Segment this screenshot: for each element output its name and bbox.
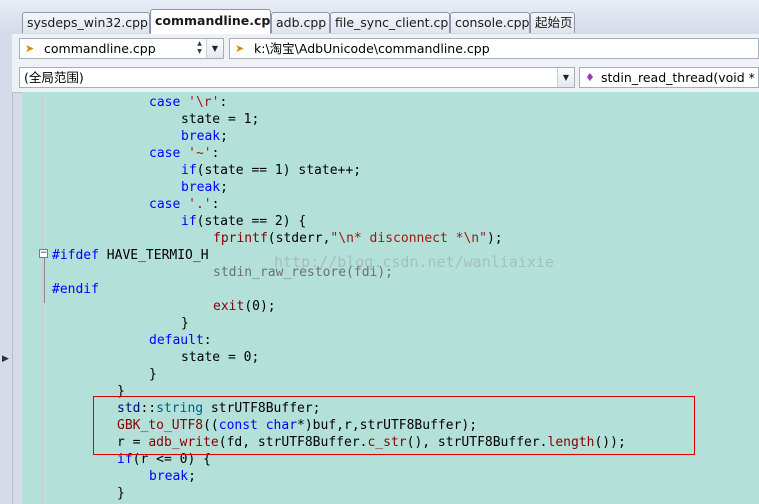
scope-bar: (全局范围) ▼ ♦ stdin_read_thread(void * x) <box>12 63 759 93</box>
tab-commandline[interactable]: commandline.cpp <box>150 9 271 34</box>
code-line-4: case '~': <box>149 146 220 161</box>
code-line-13: exit(0); <box>213 299 276 314</box>
chevron-down-icon[interactable]: ▼ <box>557 68 574 87</box>
code-line-16: state = 0; <box>181 350 260 365</box>
arrow-right-icon: ➤ <box>235 42 245 55</box>
member-combo[interactable]: ♦ stdin_read_thread(void * x) <box>579 67 759 88</box>
member-combo-value: stdin_read_thread(void * x) <box>601 70 759 85</box>
editor-margin-line <box>42 92 43 504</box>
code-line-19: std::string strUTF8Buffer; <box>117 401 321 416</box>
left-tool-strip: ▶ <box>0 34 13 504</box>
file-combo[interactable]: ➤ commandline.cpp ▲ ▼ ▼ <box>19 38 224 59</box>
code-line-14: } <box>181 316 189 331</box>
tab-sysdeps-win32[interactable]: sysdeps_win32.cpp <box>22 12 150 33</box>
collapse-arrow-icon[interactable]: ▶ <box>2 354 9 364</box>
path-combo[interactable]: ➤ k:\淘宝\AdbUnicode\commandline.cpp <box>229 38 759 59</box>
code-line-12: #endif <box>52 282 99 297</box>
fold-toggle-icon[interactable]: − <box>39 249 48 258</box>
code-line-17: } <box>149 367 157 382</box>
method-icon: ♦ <box>585 71 595 84</box>
tab-adb[interactable]: adb.cpp <box>271 12 330 33</box>
chevron-down-icon[interactable]: ▼ <box>206 39 223 58</box>
arrow-right-icon: ➤ <box>25 42 35 55</box>
code-line-3: break; <box>181 129 228 144</box>
spin-arrows-icon[interactable]: ▲ ▼ <box>194 40 205 57</box>
code-line-20: GBK_to_UTF8((const char*)buf,r,strUTF8Bu… <box>117 418 478 433</box>
file-combo-value: commandline.cpp <box>44 41 156 56</box>
code-line-5: if(state == 1) state++; <box>181 163 362 178</box>
code-editor[interactable]: − case '\r': state = 1; break; case '~':… <box>22 92 759 504</box>
path-combo-value: k:\淘宝\AdbUnicode\commandline.cpp <box>254 41 490 56</box>
navigation-bar: ➤ commandline.cpp ▲ ▼ ▼ ➤ k:\淘宝\AdbUnicod… <box>12 34 759 64</box>
code-line-7: case '.': <box>149 197 220 212</box>
scope-combo[interactable]: (全局范围) ▼ <box>19 67 575 88</box>
code-line-10: #ifdef HAVE_TERMIO_H <box>52 248 209 263</box>
code-line-2: state = 1; <box>181 112 260 127</box>
code-line-1: case '\r': <box>149 95 228 110</box>
watermark: http://blog.csdn.net/wanliaixie <box>274 253 554 271</box>
code-line-9: fprintf(stderr,"\n* disconnect *\n"); <box>213 231 503 246</box>
scope-combo-value: (全局范围) <box>24 70 84 85</box>
code-line-23: break; <box>149 469 196 484</box>
code-line-8: if(state == 2) { <box>181 214 307 229</box>
code-line-15: default: <box>149 333 212 348</box>
document-tab-strip: sysdeps_win32.cpp commandline.cpp adb.cp… <box>0 0 759 34</box>
tab-file-sync-client[interactable]: file_sync_client.cpp <box>330 12 450 33</box>
code-line-24: } <box>117 486 125 501</box>
editor-gutter <box>22 92 40 504</box>
code-line-22: if(r <= 0) { <box>117 452 211 467</box>
code-line-21: r = adb_write(fd, strUTF8Buffer.c_str(),… <box>117 435 626 450</box>
tab-start-page[interactable]: 起始页 <box>530 12 575 33</box>
tab-console[interactable]: console.cpp <box>450 12 530 33</box>
fold-line <box>44 257 45 303</box>
code-line-6: break; <box>181 180 228 195</box>
code-line-18: } <box>117 384 125 399</box>
